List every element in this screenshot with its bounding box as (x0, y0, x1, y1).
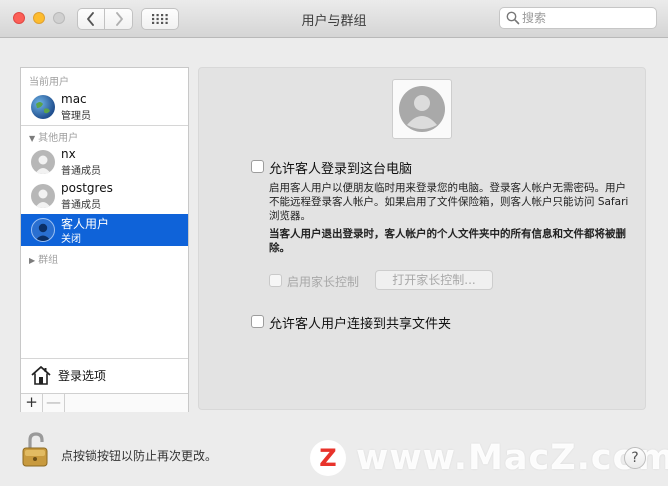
user-name: nx (61, 147, 76, 161)
user-row-guest[interactable]: 客人用户 关闭 (21, 214, 188, 246)
user-role: 关闭 (61, 234, 81, 245)
user-avatar (31, 218, 55, 242)
search-field[interactable] (499, 7, 657, 29)
search-input[interactable] (522, 10, 652, 26)
remove-user-button[interactable]: — (43, 394, 65, 412)
allow-guest-login-checkbox[interactable] (251, 160, 264, 173)
search-icon (506, 11, 520, 25)
add-user-button[interactable]: + (21, 394, 43, 412)
disclosure-open-icon: ▼ (29, 134, 36, 143)
guest-logout-description: 当客人用户退出登录时，客人帐户的个人文件夹中的所有信息和文件都将被删除。 (269, 228, 626, 254)
user-avatar (31, 150, 55, 174)
user-name: mac (61, 92, 87, 106)
guest-description: 启用客人用户以便朋友临时用来登录您的电脑。登录客人帐户无需密码。用户不能远程登录… (269, 182, 629, 222)
user-row-postgres[interactable]: postgres 普通成员 (21, 180, 188, 212)
user-row-mac[interactable]: mac 管理员 (21, 91, 188, 123)
divider (21, 125, 188, 126)
help-button[interactable]: ? (624, 447, 646, 469)
current-users-header: 当前用户 (29, 77, 69, 88)
title-bar: 用户与群组 (0, 0, 668, 38)
login-options-label: 登录选项 (58, 369, 107, 383)
house-icon (31, 366, 51, 385)
user-avatar (31, 95, 55, 119)
open-parental-controls-button[interactable]: 打开家长控制... (375, 270, 493, 290)
parental-controls-label[interactable]: 启用家长控制 (287, 273, 359, 290)
user-row-nx[interactable]: nx 普通成员 (21, 146, 188, 178)
allow-guest-login-label[interactable]: 允许客人登录到这台电脑 (269, 158, 412, 177)
parental-controls-checkbox[interactable] (269, 274, 282, 287)
guest-avatar-well[interactable] (392, 79, 452, 139)
watermark-logo: Z (310, 440, 346, 476)
user-silhouette-icon (399, 86, 445, 132)
lock-instruction: 点按锁按钮以防止再次更改。 (61, 449, 218, 463)
padlock-icon (22, 432, 48, 467)
user-avatar (31, 184, 55, 208)
user-role: 管理员 (61, 111, 91, 122)
sidebar-toolbar: + — (21, 393, 188, 412)
lock-button[interactable] (20, 432, 54, 471)
allow-shared-folders-checkbox[interactable] (251, 315, 264, 328)
disclosure-closed-icon: ▶ (29, 256, 36, 265)
window: 用户与群组 当前用户 mac 管理员 ▼其他用户 nx (0, 0, 668, 486)
other-users-header[interactable]: ▼ 其他用户 (29, 129, 78, 144)
watermark-text: www.MacZ.com (356, 438, 668, 478)
groups-header[interactable]: ▶ 群组 (29, 251, 58, 266)
user-role: 普通成员 (61, 200, 101, 211)
guest-user-panel: 允许客人登录到这台电脑 启用客人用户以便朋友临时用来登录您的电脑。登录客人帐户无… (198, 67, 646, 410)
allow-shared-folders-label[interactable]: 允许客人用户连接到共享文件夹 (269, 313, 451, 332)
login-options-item[interactable]: 登录选项 (21, 359, 188, 392)
user-name: postgres (61, 181, 113, 195)
user-role: 普通成员 (61, 166, 101, 177)
users-sidebar: 当前用户 mac 管理员 ▼ 其他用户 nx 普通成员 postgres 普通成员 (20, 67, 189, 412)
